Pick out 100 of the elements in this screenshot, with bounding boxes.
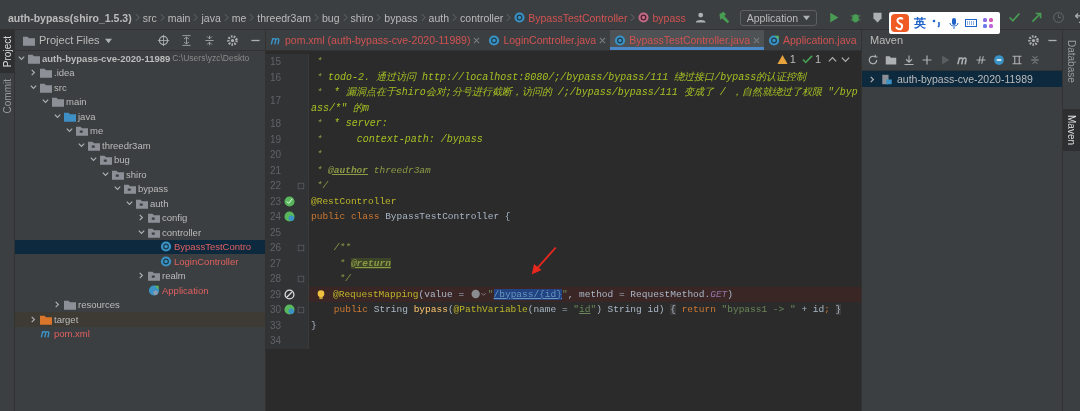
collapse-all-icon[interactable] — [203, 33, 216, 47]
code-text: * * 漏洞点在于shiro会对;分号进行截断，访问的 /;/bypass/bypass/111 变成了 / ，自然就绕过了权限 "/bypass/*" 的m — [311, 85, 859, 116]
tree-label: target — [54, 313, 79, 325]
globe-icon[interactable] — [283, 304, 295, 316]
tree-item[interactable]: realm — [15, 268, 265, 283]
class-icon — [514, 12, 526, 23]
tree-item[interactable]: me — [15, 123, 265, 138]
user-icon[interactable] — [694, 11, 708, 24]
tree-item[interactable]: BypassTestContro — [15, 239, 265, 254]
hammer-icon[interactable] — [716, 11, 730, 24]
tree-item[interactable]: LoginController — [15, 254, 265, 269]
chevron-icon[interactable] — [53, 300, 62, 310]
run-icon[interactable] — [827, 11, 841, 24]
chevron-icon — [342, 13, 348, 22]
view-selector[interactable]: Project Files — [39, 34, 112, 46]
code-text: @RestController — [311, 194, 397, 209]
tree-item[interactable]: config — [15, 210, 265, 225]
tool-window-tab[interactable]: Project — [0, 30, 14, 74]
tree-item[interactable]: controller — [15, 225, 265, 240]
tool-window-tab[interactable]: Commit — [0, 73, 14, 120]
tree-label: me — [90, 125, 104, 137]
tree-item[interactable]: pom.xml — [15, 326, 265, 341]
language-toggle[interactable]: 英 — [914, 14, 926, 32]
chevron-icon[interactable] — [29, 314, 38, 324]
tree-item[interactable]: auth-bypass-cve-2020-11989 — [862, 71, 1062, 87]
lightbulb-icon[interactable] — [316, 288, 326, 300]
tree-item[interactable]: auth-bypass-cve-2020-11989 C:\Users\yzc\Deskto — [15, 51, 265, 66]
globe-icon[interactable] — [283, 211, 295, 223]
folder-icon — [28, 52, 40, 64]
tree-label: shiro — [126, 168, 147, 180]
tree-item[interactable]: main — [15, 94, 265, 109]
warning-icon[interactable] — [776, 53, 788, 65]
microphone-icon[interactable] — [948, 17, 960, 29]
code-text: public class BypassTestController { — [311, 210, 511, 224]
chevron-icon — [452, 13, 458, 22]
globe-icon[interactable] — [469, 289, 488, 300]
breadcrumb-item[interactable]: java — [201, 11, 221, 24]
chevron-icon — [159, 13, 165, 22]
path-text: C:\Users\yzc\Deskto — [172, 53, 250, 64]
breadcrumb-item[interactable]: controller — [460, 11, 504, 24]
code-text: } — [311, 318, 317, 333]
tree-item[interactable]: bypass — [15, 181, 265, 196]
tree-item[interactable]: auth — [15, 196, 265, 211]
breadcrumb-item[interactable]: bug — [322, 11, 340, 24]
toggle-icon[interactable] — [975, 54, 987, 66]
arrow-icon[interactable] — [1030, 11, 1044, 24]
tool-window-tab[interactable]: Maven — [1063, 108, 1080, 151]
tree-item[interactable]: src — [15, 80, 265, 95]
columns-icon[interactable] — [1011, 54, 1023, 66]
refresh-icon[interactable] — [867, 54, 879, 66]
maven-icon[interactable] — [957, 54, 969, 66]
offline-icon[interactable] — [993, 54, 1005, 66]
tree-item[interactable]: resources — [15, 297, 265, 312]
chevron-icon — [420, 13, 426, 22]
tree-label: .idea — [54, 67, 75, 79]
breadcrumb-item[interactable]: auth — [428, 11, 450, 24]
tree-item[interactable]: bug — [15, 152, 265, 167]
code-text: * — [315, 55, 323, 69]
code-text: /** — [332, 241, 351, 255]
tree-label: main — [66, 96, 87, 108]
settings-icon[interactable] — [226, 33, 239, 47]
check-icon[interactable] — [1008, 11, 1022, 24]
code-text: */ — [338, 272, 351, 286]
inspection-count: 1 — [814, 53, 821, 65]
breadcrumb-item[interactable]: main — [167, 11, 191, 24]
tree-item[interactable]: target — [15, 312, 265, 327]
breadcrumb-item[interactable]: shiro — [350, 11, 374, 24]
chevron-icon[interactable] — [137, 271, 146, 281]
run-configuration-dropdown[interactable]: Application — [739, 9, 818, 26]
breadcrumb-item[interactable]: bypass — [384, 11, 418, 24]
tool-window-tab[interactable]: Database — [1063, 34, 1080, 89]
breadcrumb-item[interactable]: src — [142, 11, 157, 24]
breadcrumb-item[interactable]: me — [231, 11, 247, 24]
plus-icon[interactable] — [921, 54, 933, 66]
folder-icon — [40, 81, 52, 93]
tree-item[interactable]: threedr3am — [15, 138, 265, 153]
keyboard-icon[interactable] — [965, 17, 977, 29]
code-text: "/bypass/{id}", method = RequestMethod.GET) — [487, 287, 733, 302]
crosshair-icon[interactable] — [157, 33, 170, 47]
inspection-count: 1 — [789, 53, 796, 65]
chevron-icon[interactable] — [868, 74, 877, 84]
folder-icon — [148, 270, 160, 282]
bean-icon[interactable] — [283, 195, 295, 207]
grid-icon[interactable] — [982, 17, 994, 29]
punctuation-icon[interactable] — [931, 17, 943, 29]
bug-icon[interactable] — [849, 11, 863, 24]
tree-label: Application — [162, 284, 209, 296]
caret-icon — [803, 14, 811, 21]
breadcrumb-item[interactable]: auth-bypass(shiro_1.5.3) — [8, 11, 132, 24]
tree-item[interactable]: Application — [15, 283, 265, 298]
tree-item[interactable]: shiro — [15, 167, 265, 182]
download-icon[interactable] — [903, 54, 915, 66]
settings-icon[interactable] — [1027, 33, 1040, 47]
check-icon[interactable] — [801, 53, 813, 65]
folder-icon[interactable] — [885, 54, 897, 66]
breadcrumb-item[interactable]: threedr3am — [257, 11, 312, 24]
tree-item[interactable]: java — [15, 109, 265, 124]
tree-item[interactable]: .idea — [15, 65, 265, 80]
folder-icon — [52, 96, 64, 108]
expand-all-icon[interactable] — [180, 33, 193, 47]
